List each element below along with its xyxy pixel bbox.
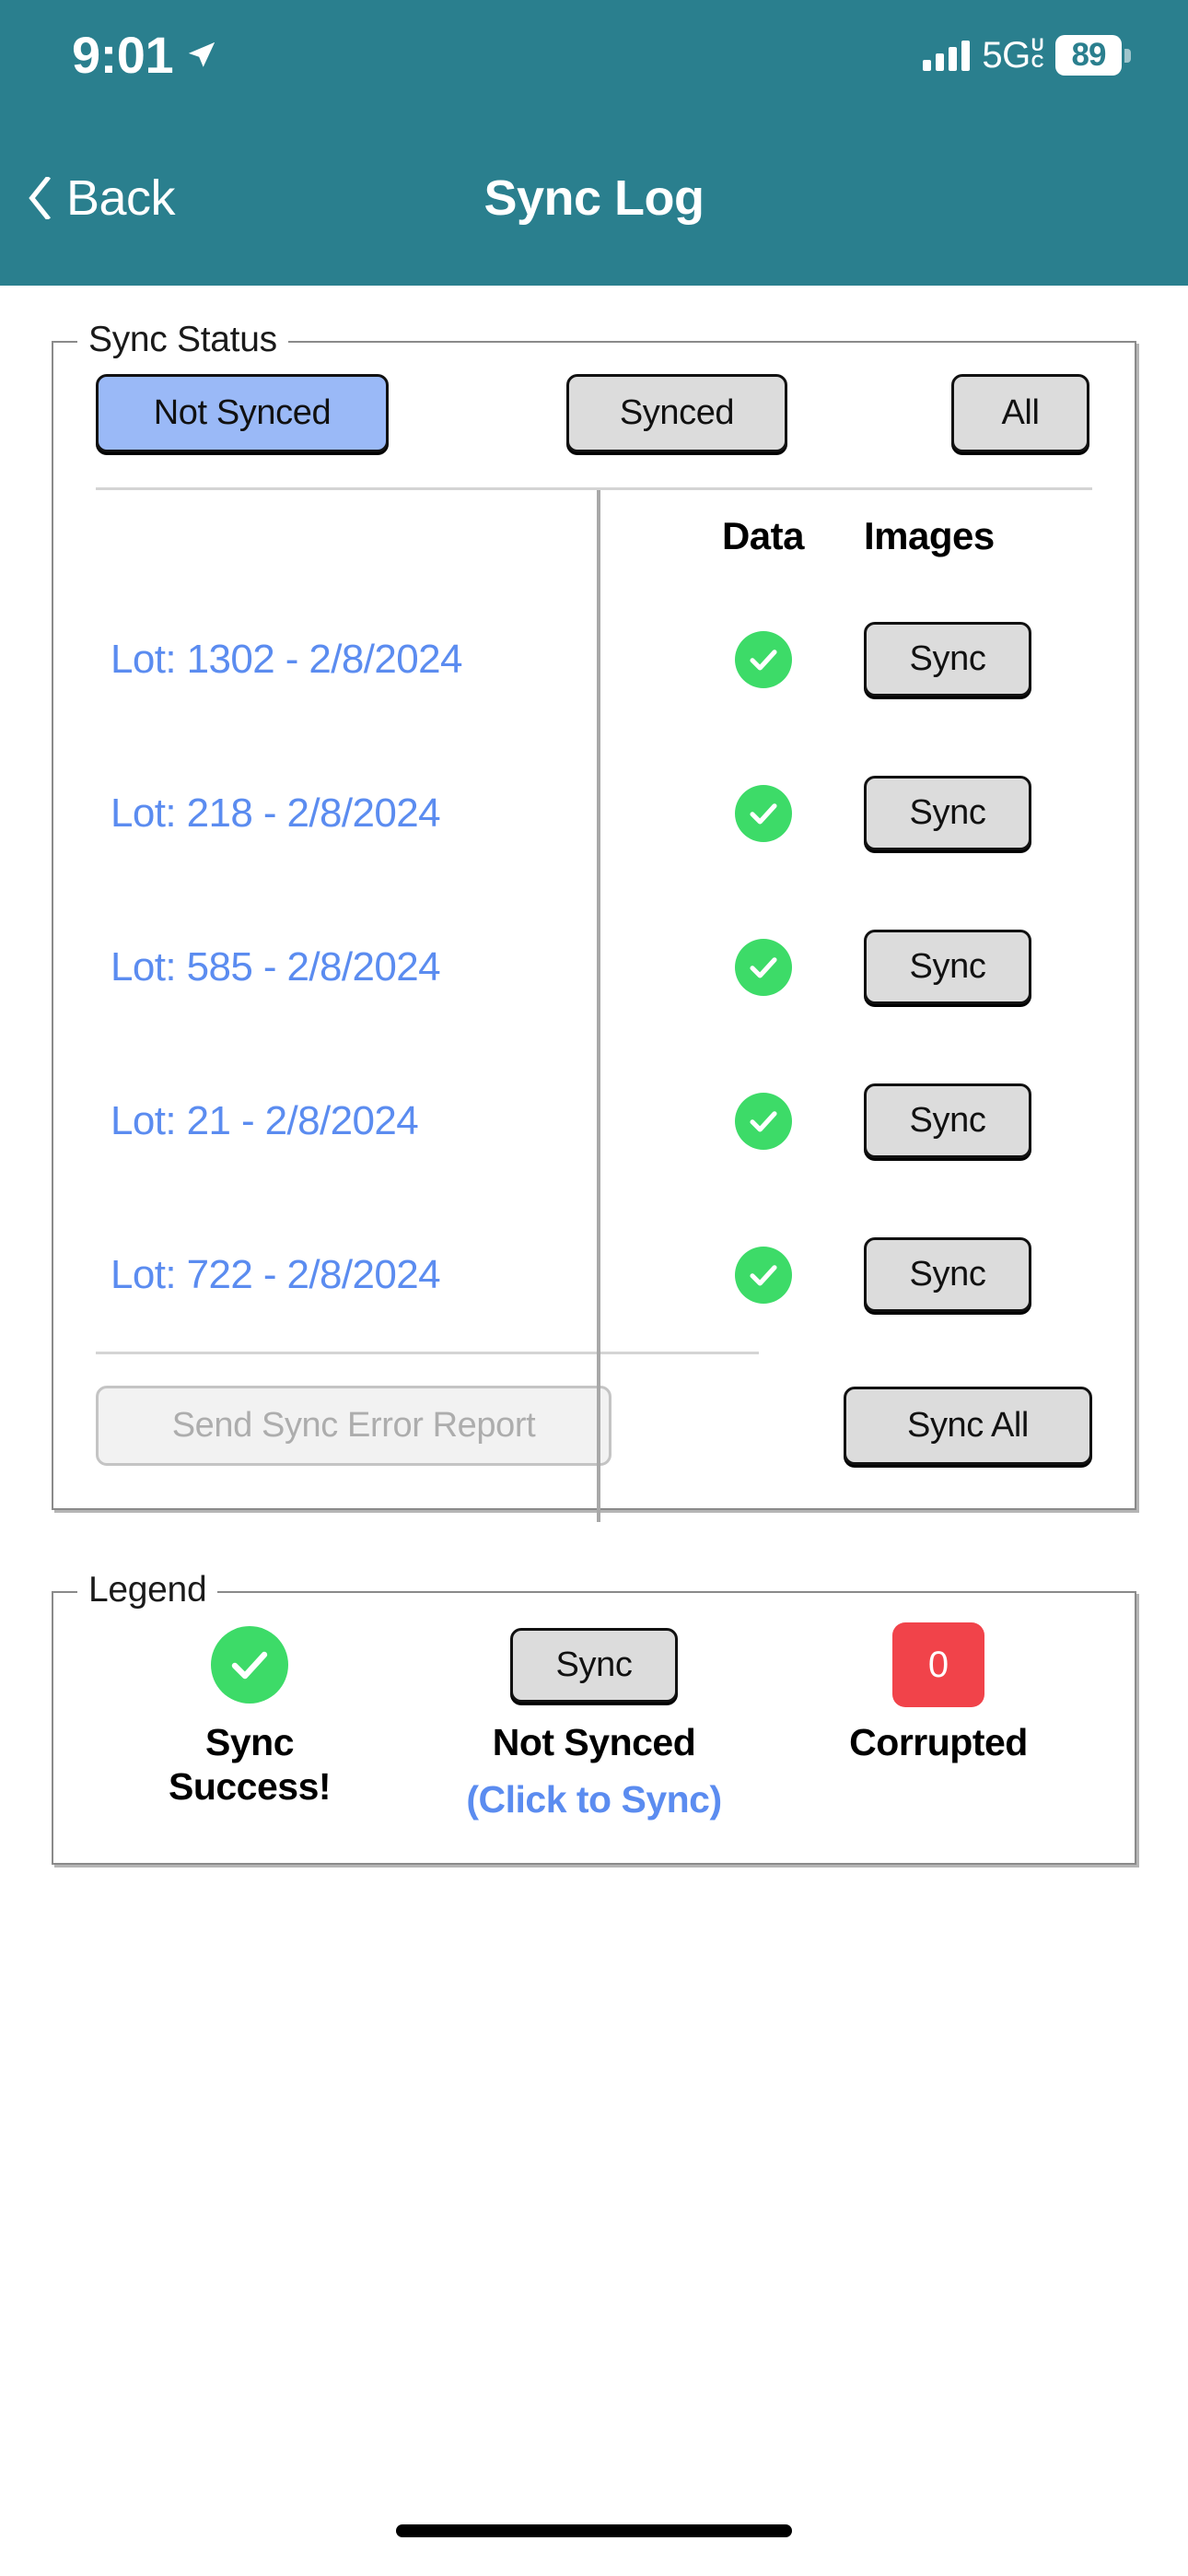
legend-label-line1: Sync	[205, 1721, 295, 1763]
filter-synced-button[interactable]: Synced	[566, 374, 787, 452]
table-header-row: Data Images	[96, 490, 1092, 582]
sync-log-table: Data Images Lot: 1302 - 2/8/2024 Sync Lo…	[96, 487, 1092, 1522]
table-row: Lot: 722 - 2/8/2024 Sync	[96, 1198, 1092, 1352]
images-sync-cell: Sync	[844, 1237, 1092, 1312]
legend-panel: Legend Sync Success! Sync Not Synced (Cl…	[52, 1570, 1136, 1865]
legend-click-to-sync-link[interactable]: (Click to Sync)	[466, 1777, 722, 1821]
images-sync-cell: Sync	[844, 622, 1092, 697]
legend-item-not-synced: Sync Not Synced (Click to Sync)	[422, 1622, 766, 1822]
row-sync-button[interactable]: Sync	[864, 1083, 1031, 1158]
legend-item-corrupted: 0 Corrupted	[766, 1622, 1111, 1822]
green-check-icon	[734, 938, 792, 996]
status-bar-left: 9:01	[72, 29, 217, 81]
page-body: Sync Status Not Synced Synced All Data I…	[0, 320, 1188, 1865]
row-sync-button[interactable]: Sync	[864, 776, 1031, 850]
battery-icon: 89	[1055, 35, 1131, 76]
table-row: Lot: 1302 - 2/8/2024 Sync	[96, 582, 1092, 736]
page-title: Sync Log	[483, 170, 705, 226]
network-type-indicator: 5G U C	[982, 35, 1043, 76]
sync-all-button[interactable]: Sync All	[844, 1387, 1092, 1465]
data-sync-status	[682, 1246, 844, 1304]
lot-link[interactable]: Lot: 218 - 2/8/2024	[96, 790, 682, 837]
network-uc-bottom: C	[1031, 53, 1044, 72]
green-check-icon	[734, 1246, 792, 1304]
network-uc-suffix: U C	[1031, 37, 1044, 73]
table-row: Lot: 218 - 2/8/2024 Sync	[96, 736, 1092, 890]
legend-label: Corrupted	[849, 1721, 1028, 1763]
filter-all-button[interactable]: All	[951, 374, 1089, 452]
table-row: Lot: 585 - 2/8/2024 Sync	[96, 890, 1092, 1044]
data-sync-status	[682, 784, 844, 842]
sync-filter-row: Not Synced Synced All	[53, 341, 1135, 452]
battery-tip	[1124, 48, 1131, 63]
status-bar-right: 5G U C 89	[923, 35, 1131, 76]
status-bar-time: 9:01	[72, 26, 174, 84]
cellular-signal-icon	[923, 40, 971, 71]
green-check-icon	[211, 1626, 288, 1704]
column-header-data: Data	[721, 514, 805, 557]
images-sync-cell: Sync	[844, 1083, 1092, 1158]
lot-link[interactable]: Lot: 1302 - 2/8/2024	[96, 637, 682, 683]
sync-action-row: Send Sync Error Report Sync All	[53, 1354, 1135, 1508]
row-sync-button[interactable]: Sync	[864, 1237, 1031, 1312]
chevron-left-icon	[28, 177, 52, 219]
sync-status-panel: Sync Status Not Synced Synced All Data I…	[52, 320, 1136, 1522]
table-row: Lot: 21 - 2/8/2024 Sync	[96, 1044, 1092, 1198]
red-count-badge: 0	[892, 1622, 984, 1707]
legend-item-sync-success: Sync Success!	[77, 1622, 422, 1822]
filter-not-synced-button[interactable]: Not Synced	[96, 374, 389, 452]
data-sync-status	[682, 938, 844, 996]
legend-sync-button[interactable]: Sync	[510, 1627, 678, 1703]
battery-body: 89	[1055, 35, 1122, 76]
legend-label: Not Synced	[492, 1721, 696, 1763]
table-column-divider	[597, 490, 600, 1522]
green-check-icon	[734, 1092, 792, 1150]
back-button[interactable]: Back	[0, 170, 176, 227]
green-check-icon	[734, 784, 792, 842]
lot-link[interactable]: Lot: 722 - 2/8/2024	[96, 1252, 682, 1298]
network-type-label: 5G	[982, 34, 1031, 76]
images-sync-cell: Sync	[844, 776, 1092, 850]
back-button-label: Back	[66, 170, 176, 226]
home-indicator	[396, 2524, 792, 2537]
images-sync-cell: Sync	[844, 930, 1092, 1004]
legend-label-line2: Success!	[168, 1765, 332, 1809]
row-sync-button[interactable]: Sync	[864, 930, 1031, 1004]
green-check-icon	[734, 630, 792, 688]
lot-link[interactable]: Lot: 585 - 2/8/2024	[96, 944, 682, 990]
corrupted-count: 0	[927, 1644, 949, 1685]
send-sync-error-report-button[interactable]: Send Sync Error Report	[96, 1386, 611, 1466]
row-sync-button[interactable]: Sync	[864, 622, 1031, 697]
data-sync-status	[682, 1092, 844, 1150]
column-header-images: Images	[864, 514, 995, 557]
status-bar: 9:01 5G U C 89	[0, 0, 1188, 111]
lot-link[interactable]: Lot: 21 - 2/8/2024	[96, 1098, 682, 1144]
location-arrow-icon	[186, 40, 217, 71]
app-header: 9:01 5G U C 89 Back Sync Log	[0, 0, 1188, 286]
legend-label: Sync Success!	[168, 1720, 332, 1809]
data-sync-status	[682, 630, 844, 688]
navigation-bar: Back Sync Log	[0, 111, 1188, 286]
table-bottom-rule	[96, 1352, 759, 1354]
battery-level-label: 89	[1071, 37, 1107, 73]
